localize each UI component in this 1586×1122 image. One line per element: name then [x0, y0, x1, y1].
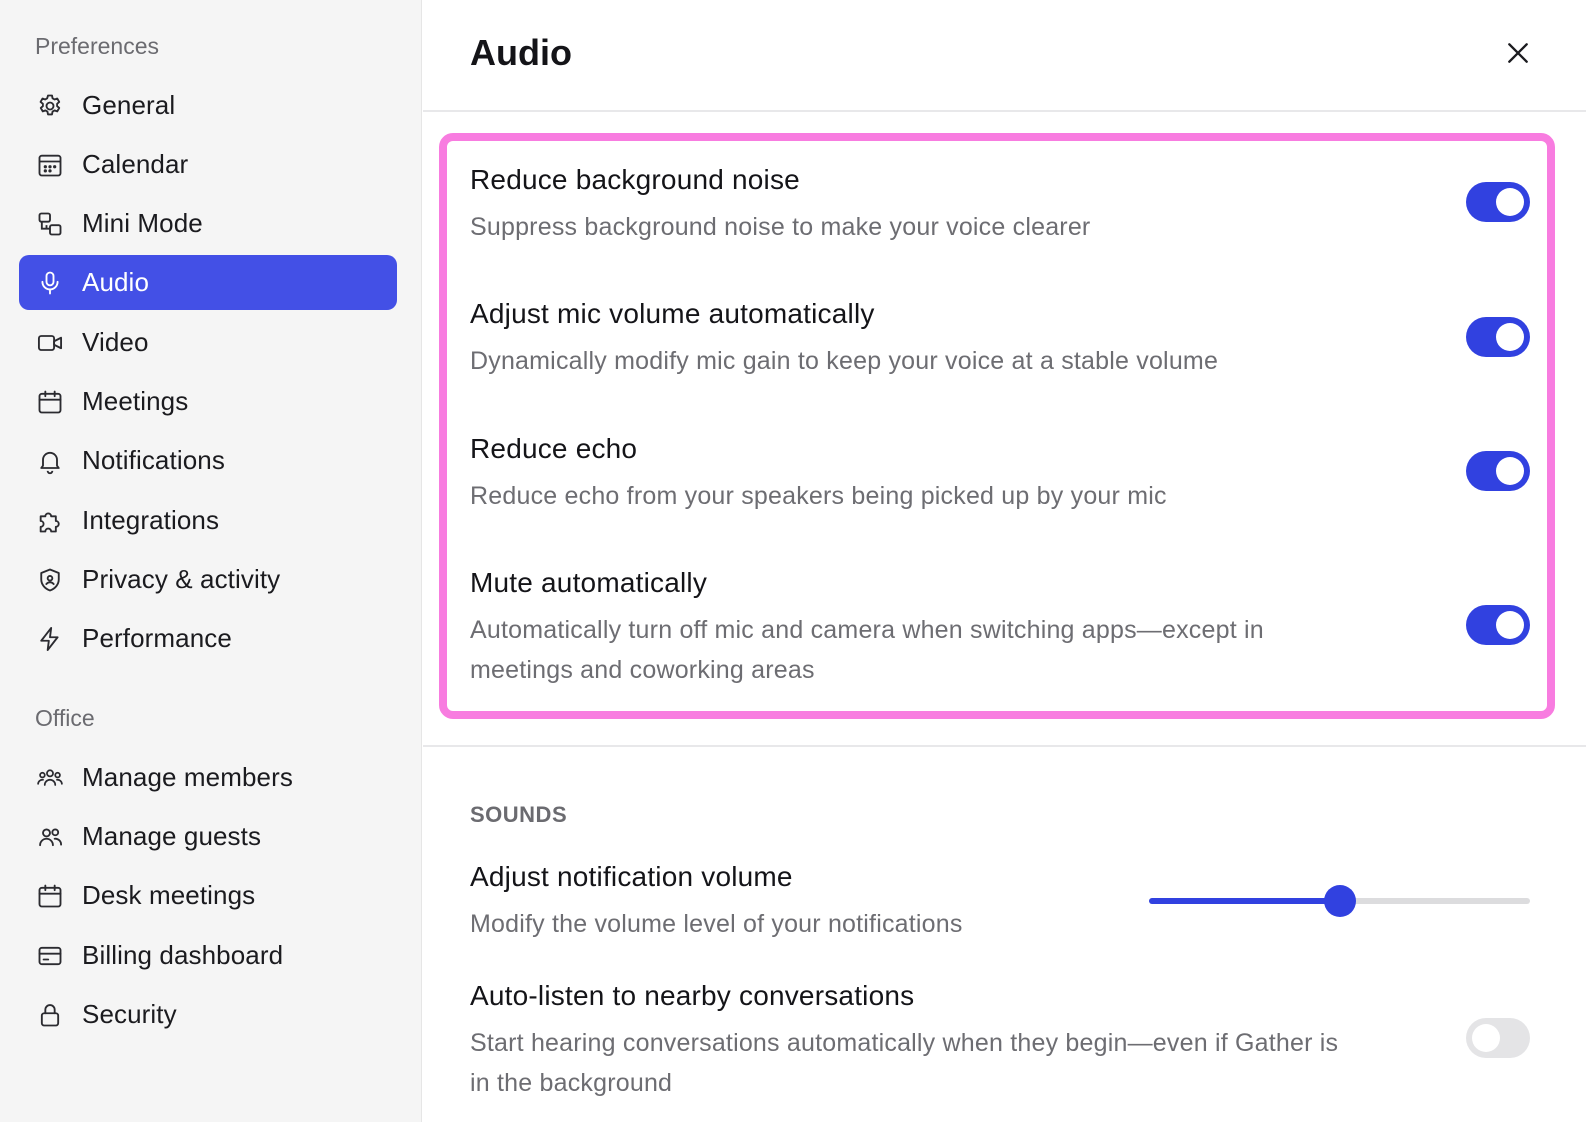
- sidebar-item-video[interactable]: Video: [19, 315, 397, 370]
- setting-title-auto-mic-volume: Adjust mic volume automatically: [470, 298, 875, 329]
- puzzle-icon: [35, 506, 65, 536]
- sidebar-item-calendar[interactable]: Calendar: [19, 137, 397, 192]
- slider-thumb[interactable]: [1324, 885, 1356, 917]
- header-divider: [423, 110, 1586, 112]
- toggle-auto-mic-volume[interactable]: [1466, 317, 1530, 357]
- sidebar-item-manage-members[interactable]: Manage members: [19, 750, 397, 805]
- preferences-section-label: Preferences: [35, 33, 160, 59]
- sidebar-item-label: Video: [82, 327, 149, 357]
- sounds-section-label: SOUNDS: [470, 802, 568, 827]
- sidebar-item-label: Notifications: [82, 445, 225, 475]
- setting-title-reduce-noise: Reduce background noise: [470, 164, 800, 195]
- notification-volume-slider[interactable]: [1149, 880, 1530, 920]
- sidebar-item-label: Calendar: [82, 149, 189, 179]
- sidebar-item-general[interactable]: General: [19, 78, 397, 133]
- setting-title-auto-listen: Auto-listen to nearby conversations: [470, 980, 915, 1011]
- sidebar-item-integrations[interactable]: Integrations: [19, 493, 397, 548]
- toggle-mute-automatically[interactable]: [1466, 605, 1530, 645]
- microphone-icon: [35, 268, 65, 298]
- sidebar-item-label: Mini Mode: [82, 208, 203, 238]
- guests-icon: [35, 822, 65, 852]
- sidebar-item-label: Manage members: [82, 762, 293, 792]
- sidebar-item-label: Security: [82, 999, 177, 1029]
- sidebar-item-billing-dashboard[interactable]: Billing dashboard: [19, 928, 397, 983]
- page-title: Audio: [470, 32, 572, 73]
- gear-icon: [35, 91, 65, 121]
- toggle-knob: [1496, 188, 1524, 216]
- toggle-knob: [1496, 323, 1524, 351]
- sidebar-item-label: Privacy & activity: [82, 564, 281, 594]
- office-section-label: Office: [35, 705, 95, 731]
- sidebar-item-notifications[interactable]: Notifications: [19, 433, 397, 488]
- sidebar-item-meetings[interactable]: Meetings: [19, 374, 397, 429]
- mini-mode-icon: [35, 209, 65, 239]
- setting-desc-reduce-echo: Reduce echo from your speakers being pic…: [470, 482, 1167, 510]
- toggle-knob: [1472, 1024, 1500, 1052]
- close-button[interactable]: [1499, 34, 1537, 72]
- toggle-knob: [1496, 457, 1524, 485]
- sidebar-item-mini-mode[interactable]: Mini Mode: [19, 196, 397, 251]
- sidebar: Preferences General Calendar Mini Mode A…: [0, 0, 422, 1122]
- members-icon: [35, 763, 65, 793]
- shield-icon: [35, 565, 65, 595]
- calendar-grid-icon: [35, 150, 65, 180]
- setting-desc-auto-mic-volume: Dynamically modify mic gain to keep your…: [470, 347, 1219, 375]
- audio-settings-panel: Audio Reduce background noise Suppress b…: [423, 0, 1586, 1122]
- sidebar-item-label: Meetings: [82, 386, 189, 416]
- sidebar-item-security[interactable]: Security: [19, 987, 397, 1042]
- lock-icon: [35, 1000, 65, 1030]
- toggle-reduce-noise[interactable]: [1466, 182, 1530, 222]
- sidebar-item-label: Billing dashboard: [82, 940, 284, 970]
- setting-title-mute-automatically: Mute automatically: [470, 567, 708, 598]
- sidebar-item-audio[interactable]: Audio: [19, 255, 397, 310]
- toggle-reduce-echo[interactable]: [1466, 451, 1530, 491]
- setting-title-notification-volume: Adjust notification volume: [470, 861, 793, 892]
- sidebar-item-label: Manage guests: [82, 821, 262, 851]
- sidebar-item-label: Audio: [82, 267, 149, 297]
- setting-desc-mute-automatically: Automatically turn off mic and camera wh…: [470, 616, 1264, 684]
- sidebar-item-label: Desk meetings: [82, 880, 256, 910]
- slider-fill: [1149, 898, 1340, 904]
- setting-desc-auto-listen: Start hearing conversations automaticall…: [470, 1029, 1339, 1097]
- sidebar-item-performance[interactable]: Performance: [19, 611, 397, 666]
- video-camera-icon: [35, 328, 65, 358]
- setting-desc-reduce-noise: Suppress background noise to make your v…: [470, 213, 1091, 241]
- toggle-knob: [1496, 611, 1524, 639]
- calendar-icon: [35, 881, 65, 911]
- sidebar-item-manage-guests[interactable]: Manage guests: [19, 809, 397, 864]
- sidebar-item-label: General: [82, 90, 176, 120]
- bell-icon: [35, 446, 65, 476]
- setting-title-reduce-echo: Reduce echo: [470, 433, 638, 464]
- toggle-auto-listen[interactable]: [1466, 1018, 1530, 1058]
- card-icon: [35, 941, 65, 971]
- section-divider: [423, 745, 1586, 747]
- calendar-icon: [35, 387, 65, 417]
- close-icon: [1508, 43, 1528, 63]
- sidebar-item-label: Integrations: [82, 505, 220, 535]
- lightning-icon: [35, 624, 65, 654]
- sidebar-item-desk-meetings[interactable]: Desk meetings: [19, 868, 397, 923]
- sidebar-item-label: Performance: [82, 623, 232, 653]
- sidebar-item-privacy[interactable]: Privacy & activity: [19, 552, 397, 607]
